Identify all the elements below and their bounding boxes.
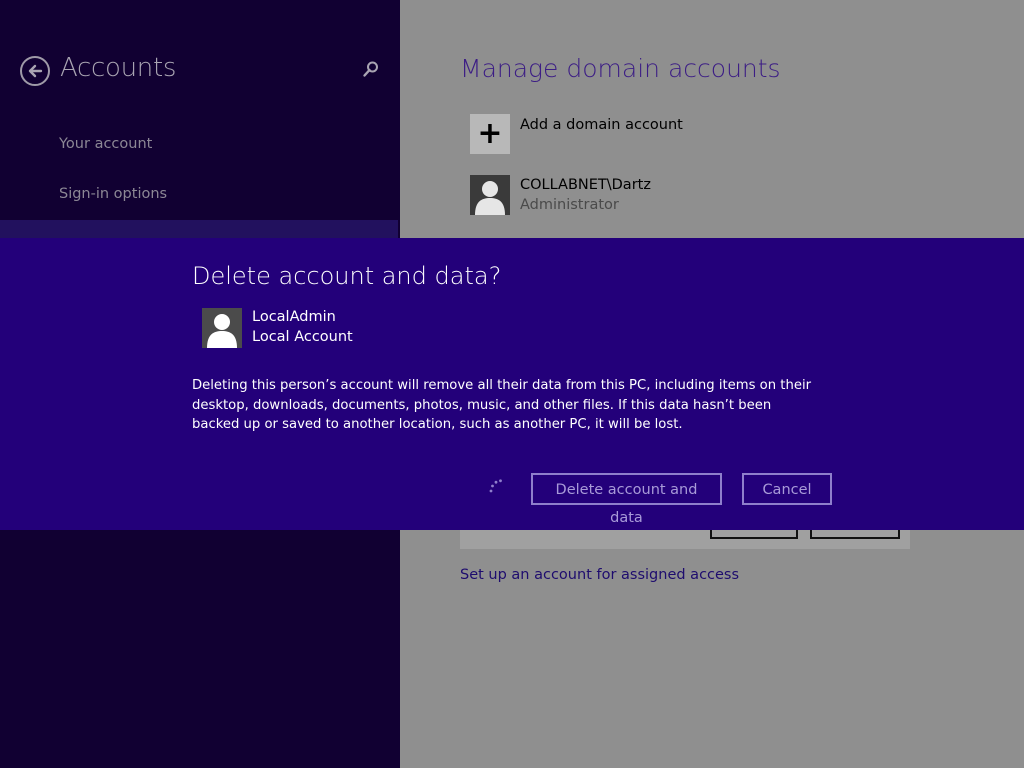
account-name: LocalAdmin bbox=[252, 309, 336, 325]
add-domain-account-button[interactable]: + bbox=[470, 114, 510, 154]
nav-item-sign-in-options[interactable]: Sign-in options bbox=[59, 186, 167, 202]
nav-item-selected[interactable] bbox=[0, 220, 398, 240]
add-icon: + bbox=[477, 116, 503, 151]
loading-spinner-icon bbox=[489, 479, 502, 493]
account-type: Local Account bbox=[252, 329, 353, 345]
search-icon[interactable] bbox=[362, 60, 380, 78]
back-button[interactable] bbox=[20, 56, 50, 86]
user-name[interactable]: COLLABNET\Dartz bbox=[520, 177, 651, 193]
user-role: Administrator bbox=[520, 197, 619, 213]
dialog-message: Deleting this person’s account will remo… bbox=[192, 378, 812, 432]
user-avatar-icon[interactable] bbox=[470, 175, 510, 215]
add-domain-account-label[interactable]: Add a domain account bbox=[520, 117, 683, 133]
nav-item-your-account[interactable]: Your account bbox=[59, 136, 152, 152]
background-button bbox=[710, 529, 798, 539]
account-avatar-icon bbox=[202, 308, 242, 348]
assigned-access-link[interactable]: Set up an account for assigned access bbox=[460, 567, 739, 583]
delete-account-button[interactable]: Delete account and data bbox=[531, 473, 722, 526]
dialog-title: Delete account and data? bbox=[192, 262, 502, 290]
background-button bbox=[810, 529, 900, 539]
delete-account-dialog: Delete account and data? LocalAdmin Loca… bbox=[0, 238, 1024, 530]
cancel-button[interactable]: Cancel bbox=[742, 473, 832, 505]
page-title: Manage domain accounts bbox=[460, 54, 781, 83]
back-arrow-icon bbox=[28, 64, 43, 78]
pane-title: Accounts bbox=[60, 53, 177, 83]
